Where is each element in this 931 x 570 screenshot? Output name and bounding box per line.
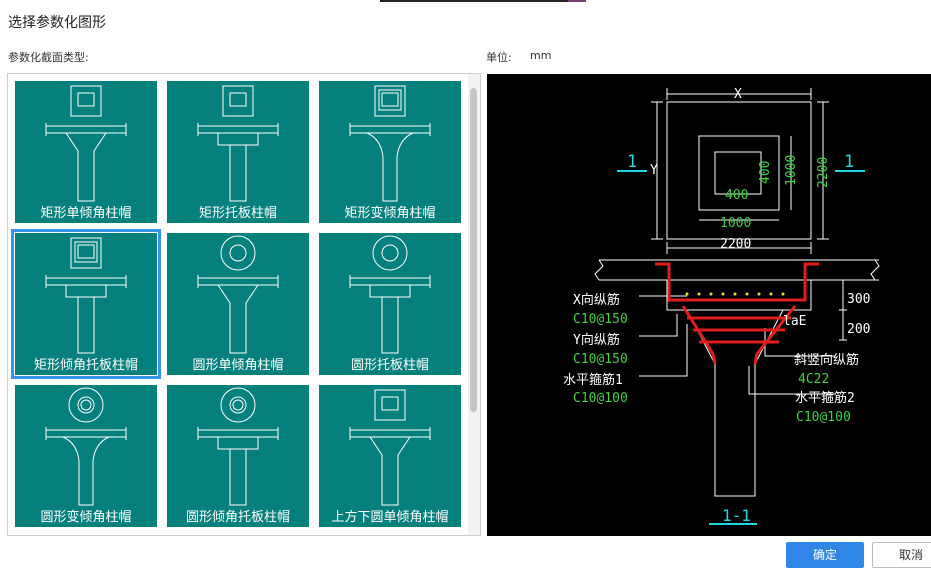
preview-drawing: X Y 400 400 1000 1000 2200 2200 1 1 X向纵筋… <box>563 87 880 525</box>
plan-dim-col-inner-w: 400 <box>725 188 748 203</box>
section-title: 1-1 <box>722 506 751 525</box>
lae-label: laE <box>783 314 806 329</box>
shape-tile-4[interactable]: 矩形倾角托板柱帽 <box>11 229 161 379</box>
shape-tile-7[interactable]: 圆形变倾角柱帽 <box>15 385 157 527</box>
unit-label: 单位: <box>486 51 512 64</box>
shape-tile-2[interactable]: 矩形托板柱帽 <box>167 81 309 223</box>
shape-tile-label: 圆形倾角托板柱帽 <box>185 510 290 525</box>
shape-tile-9[interactable]: 上方下圆单倾角柱帽 <box>319 385 461 527</box>
stirrup2-label: 水平箍筋2 <box>795 390 855 406</box>
gallery-scrollbar[interactable] <box>468 74 480 535</box>
shape-tile-label: 矩形变倾角柱帽 <box>344 206 436 221</box>
x-rebar-value: C10@150 <box>573 312 628 327</box>
shape-tile-label: 圆形托板柱帽 <box>350 358 429 373</box>
unit-value: mm <box>530 49 552 62</box>
plan-dim-col-w: 1000 <box>720 216 751 231</box>
title-bar-accent <box>0 0 931 3</box>
plan-dim-cap-w: 2200 <box>720 237 751 252</box>
shape-tile-6[interactable]: 圆形托板柱帽 <box>319 233 461 375</box>
stirrup1-value: C10@100 <box>573 391 628 406</box>
shape-tile-1[interactable]: 矩形单倾角柱帽 <box>15 81 157 223</box>
section-mark-left: 1 <box>627 152 637 172</box>
slant-rebar-label: 斜竖向纵筋 <box>794 352 859 368</box>
plan-dim-col-inner-h: 400 <box>758 161 773 184</box>
plan-dim-col-h: 1000 <box>784 155 799 186</box>
plan-dim-x: X <box>734 87 742 102</box>
shape-tile-label: 矩形托板柱帽 <box>198 206 277 221</box>
dim-300: 300 <box>847 292 870 307</box>
dialog-title: 选择参数化图形 <box>8 15 106 31</box>
y-rebar-value: C10@150 <box>573 352 628 367</box>
shape-tile-label: 圆形单倾角柱帽 <box>192 358 284 373</box>
shape-tile-label: 矩形单倾角柱帽 <box>40 206 132 221</box>
shape-tile-label: 圆形变倾角柱帽 <box>40 510 132 525</box>
section-mark-right: 1 <box>844 152 854 172</box>
shape-tile-8[interactable]: 圆形倾角托板柱帽 <box>167 385 309 527</box>
shape-tile-5[interactable]: 圆形单倾角柱帽 <box>167 233 309 375</box>
x-rebar-label: X向纵筋 <box>573 292 620 308</box>
dialog: 选择参数化图形 参数化截面类型: 单位: mm 矩形单倾角柱帽 矩形托板柱帽 矩形变… <box>0 0 931 570</box>
stirrup1-label: 水平箍筋1 <box>563 372 623 388</box>
ok-button[interactable]: 确定 <box>786 542 864 568</box>
shape-tile-label: 矩形倾角托板柱帽 <box>33 358 138 373</box>
cancel-button[interactable]: 取消 <box>872 542 931 568</box>
stirrup2-value: C10@100 <box>796 410 851 425</box>
scrollbar-thumb[interactable] <box>470 88 477 412</box>
plan-dim-cap-h: 2200 <box>816 157 831 188</box>
section-type-label: 参数化截面类型: <box>8 51 89 64</box>
dim-200: 200 <box>847 322 870 337</box>
shape-preview: X Y 400 400 1000 1000 2200 2200 1 1 X向纵筋… <box>487 74 931 536</box>
shape-tile-3[interactable]: 矩形变倾角柱帽 <box>319 81 461 223</box>
y-rebar-label: Y向纵筋 <box>573 332 620 348</box>
plan-dim-y: Y <box>650 163 658 178</box>
slant-rebar-value: 4C22 <box>798 372 829 387</box>
shape-tile-label: 上方下圆单倾角柱帽 <box>331 510 449 525</box>
shape-gallery: 矩形单倾角柱帽 矩形托板柱帽 矩形变倾角柱帽矩形倾角托板柱帽 圆形单倾角柱帽 圆形托板柱… <box>7 73 481 536</box>
